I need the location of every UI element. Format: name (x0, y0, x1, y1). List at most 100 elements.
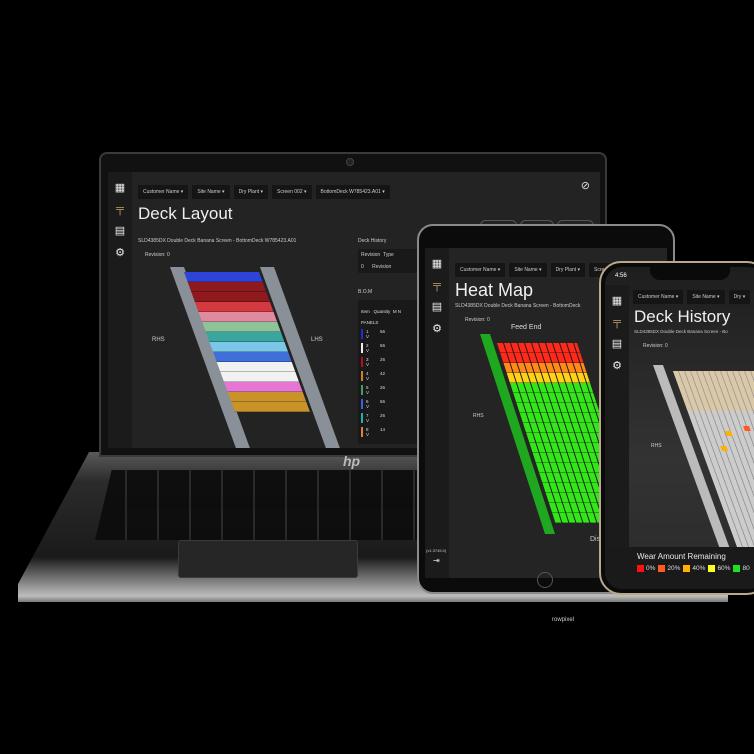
home-button[interactable] (537, 572, 553, 588)
plant-dropdown[interactable]: Dry Plant (550, 263, 586, 277)
bom-group: PANELS (361, 320, 379, 325)
logout-icon[interactable]: ⇥ (433, 556, 440, 565)
revision-label: Revision: 0 (145, 252, 170, 258)
bom-title: B.O.M (358, 289, 373, 295)
deck-panel-band (194, 302, 274, 312)
bom-cell: V (366, 432, 370, 437)
bom-row: 3 26V (361, 357, 415, 367)
heat-row (519, 413, 603, 423)
bom-row: 5 26V (361, 385, 415, 395)
deck-panel-band (198, 312, 278, 322)
customer-dropdown[interactable]: Customer Name (455, 263, 506, 277)
rhs-label: RHS (651, 443, 662, 449)
screen-dropdown[interactable]: Screen 002 (272, 185, 312, 199)
legend-title: Wear Amount Remaining (637, 552, 726, 561)
sidebar: ▦ ╤ ▤ ⚙ (605, 285, 629, 589)
deck-panel-band (191, 292, 270, 302)
legend-swatch (683, 565, 691, 572)
plant-dropdown[interactable]: Dry Plant (233, 185, 269, 199)
camera-icon (346, 158, 354, 166)
legend-label: 80 (742, 565, 750, 573)
filter-bar: Customer NameSite NameDry PlantScreen 00… (138, 180, 394, 199)
deck-subtitle: SLD4385DX Double Deck Banana Screen - Bo (634, 329, 728, 334)
history-cell: 0 (361, 264, 364, 270)
lhs-label: LHS (311, 337, 323, 343)
plant-dropdown[interactable]: Dry (728, 290, 751, 304)
bom-row: 2 56V (361, 343, 415, 353)
deck-panel-band (187, 282, 267, 292)
legend: Wear Amount Remaining 0% 20% 40% 60% 80 (605, 547, 754, 589)
deck-dropdown[interactable]: BottomDeck W785423.A01 (315, 185, 390, 199)
legend-label: 40% (692, 565, 706, 573)
gear-icon[interactable]: ⚙ (605, 359, 629, 372)
legend-label: 0% (646, 565, 656, 573)
col-quantity: Quantity (373, 309, 391, 314)
grid-icon[interactable]: ▦ (108, 181, 132, 194)
bom-cell: V (366, 418, 370, 423)
col-revision: Revision (361, 252, 381, 258)
revision-label: Revision: 0 (465, 317, 490, 323)
history-cell: Revision (372, 264, 392, 270)
customer-dropdown[interactable]: Customer Name (633, 290, 684, 304)
heat-row (506, 373, 590, 383)
legend-swatch (637, 565, 644, 572)
page-title: Heat Map (455, 280, 534, 300)
deck-history-panel: Deck History Revision Type 0 Revision B.… (358, 238, 418, 444)
deck-subtitle: SLD4385DX Double Deck Banana Screen - Bo… (455, 303, 581, 309)
phone-screen: 4:56 ▦ ╤ ▤ ⚙ Customer NameSite NameDry D… (605, 267, 754, 589)
site-dropdown[interactable]: Site Name (192, 185, 230, 199)
feed-end-label: Feed End (511, 324, 542, 331)
heat-row (513, 393, 597, 403)
customer-dropdown[interactable]: Customer Name (138, 185, 189, 199)
hp-logo: hp (343, 453, 361, 469)
page-title: Deck Layout (138, 204, 233, 223)
rhs-label: RHS (473, 413, 484, 419)
laptop-touchpad (178, 540, 358, 578)
site-dropdown[interactable]: Site Name (509, 263, 547, 277)
grid-icon[interactable]: ▦ (425, 257, 449, 270)
bom-row: 8 14V (361, 427, 415, 437)
deck-panel-band (224, 382, 303, 392)
document-icon[interactable]: ▤ (605, 337, 629, 350)
deck-panel-band (209, 342, 289, 352)
document-icon[interactable]: ▤ (108, 224, 132, 237)
deck-subtitle: SLD4385DX Double Deck Banana Screen - Bo… (138, 238, 297, 244)
deck-icon[interactable]: ╤ (425, 279, 449, 291)
grid-icon[interactable]: ▦ (605, 294, 629, 307)
deck-panel-band (227, 392, 307, 402)
document-icon[interactable]: ▤ (425, 300, 449, 313)
legend-swatch (708, 565, 716, 572)
heat-row (503, 363, 587, 373)
revision-label: Revision: 0 (643, 343, 668, 349)
filter-bar: Customer NameSite NameDry (633, 285, 754, 304)
version-label: (v1.3745.0) (426, 548, 447, 553)
deck-panel-band (202, 322, 281, 332)
legend-label: 20% (667, 565, 681, 573)
bom-cell: V (366, 390, 370, 395)
sidebar: ▦ ╤ ▤ ⚙ (425, 248, 449, 578)
gear-icon[interactable]: ⚙ (108, 246, 132, 259)
bom-cell: V (366, 376, 370, 381)
bom-row: 6 56V (361, 399, 415, 409)
bom-cell: V (366, 362, 370, 367)
heat-row (509, 383, 594, 393)
rhs-label: RHS (152, 337, 165, 343)
deck-panel-band (216, 362, 296, 372)
deck-icon[interactable]: ╤ (605, 316, 629, 328)
legend-swatch (733, 565, 741, 572)
heat-row (497, 343, 581, 353)
heat-row (522, 423, 607, 433)
col-type: Type (382, 252, 394, 258)
heat-row (500, 353, 584, 363)
deck-panel-band (184, 272, 263, 282)
site-dropdown[interactable]: Site Name (687, 290, 725, 304)
status-time: 4:56 (615, 273, 627, 279)
bom-row: 4 42V (361, 371, 415, 381)
heat-row (516, 403, 600, 413)
deck-icon[interactable]: ╤ (108, 203, 132, 215)
phone-notch (650, 266, 730, 280)
gear-icon[interactable]: ⚙ (425, 322, 449, 335)
bom-table: Item Quantity M N PANELS 1 56V 2 56V 3 26V 4 42… (358, 300, 418, 444)
deck-panel-band (213, 352, 292, 362)
bom-cell: V (366, 348, 370, 353)
